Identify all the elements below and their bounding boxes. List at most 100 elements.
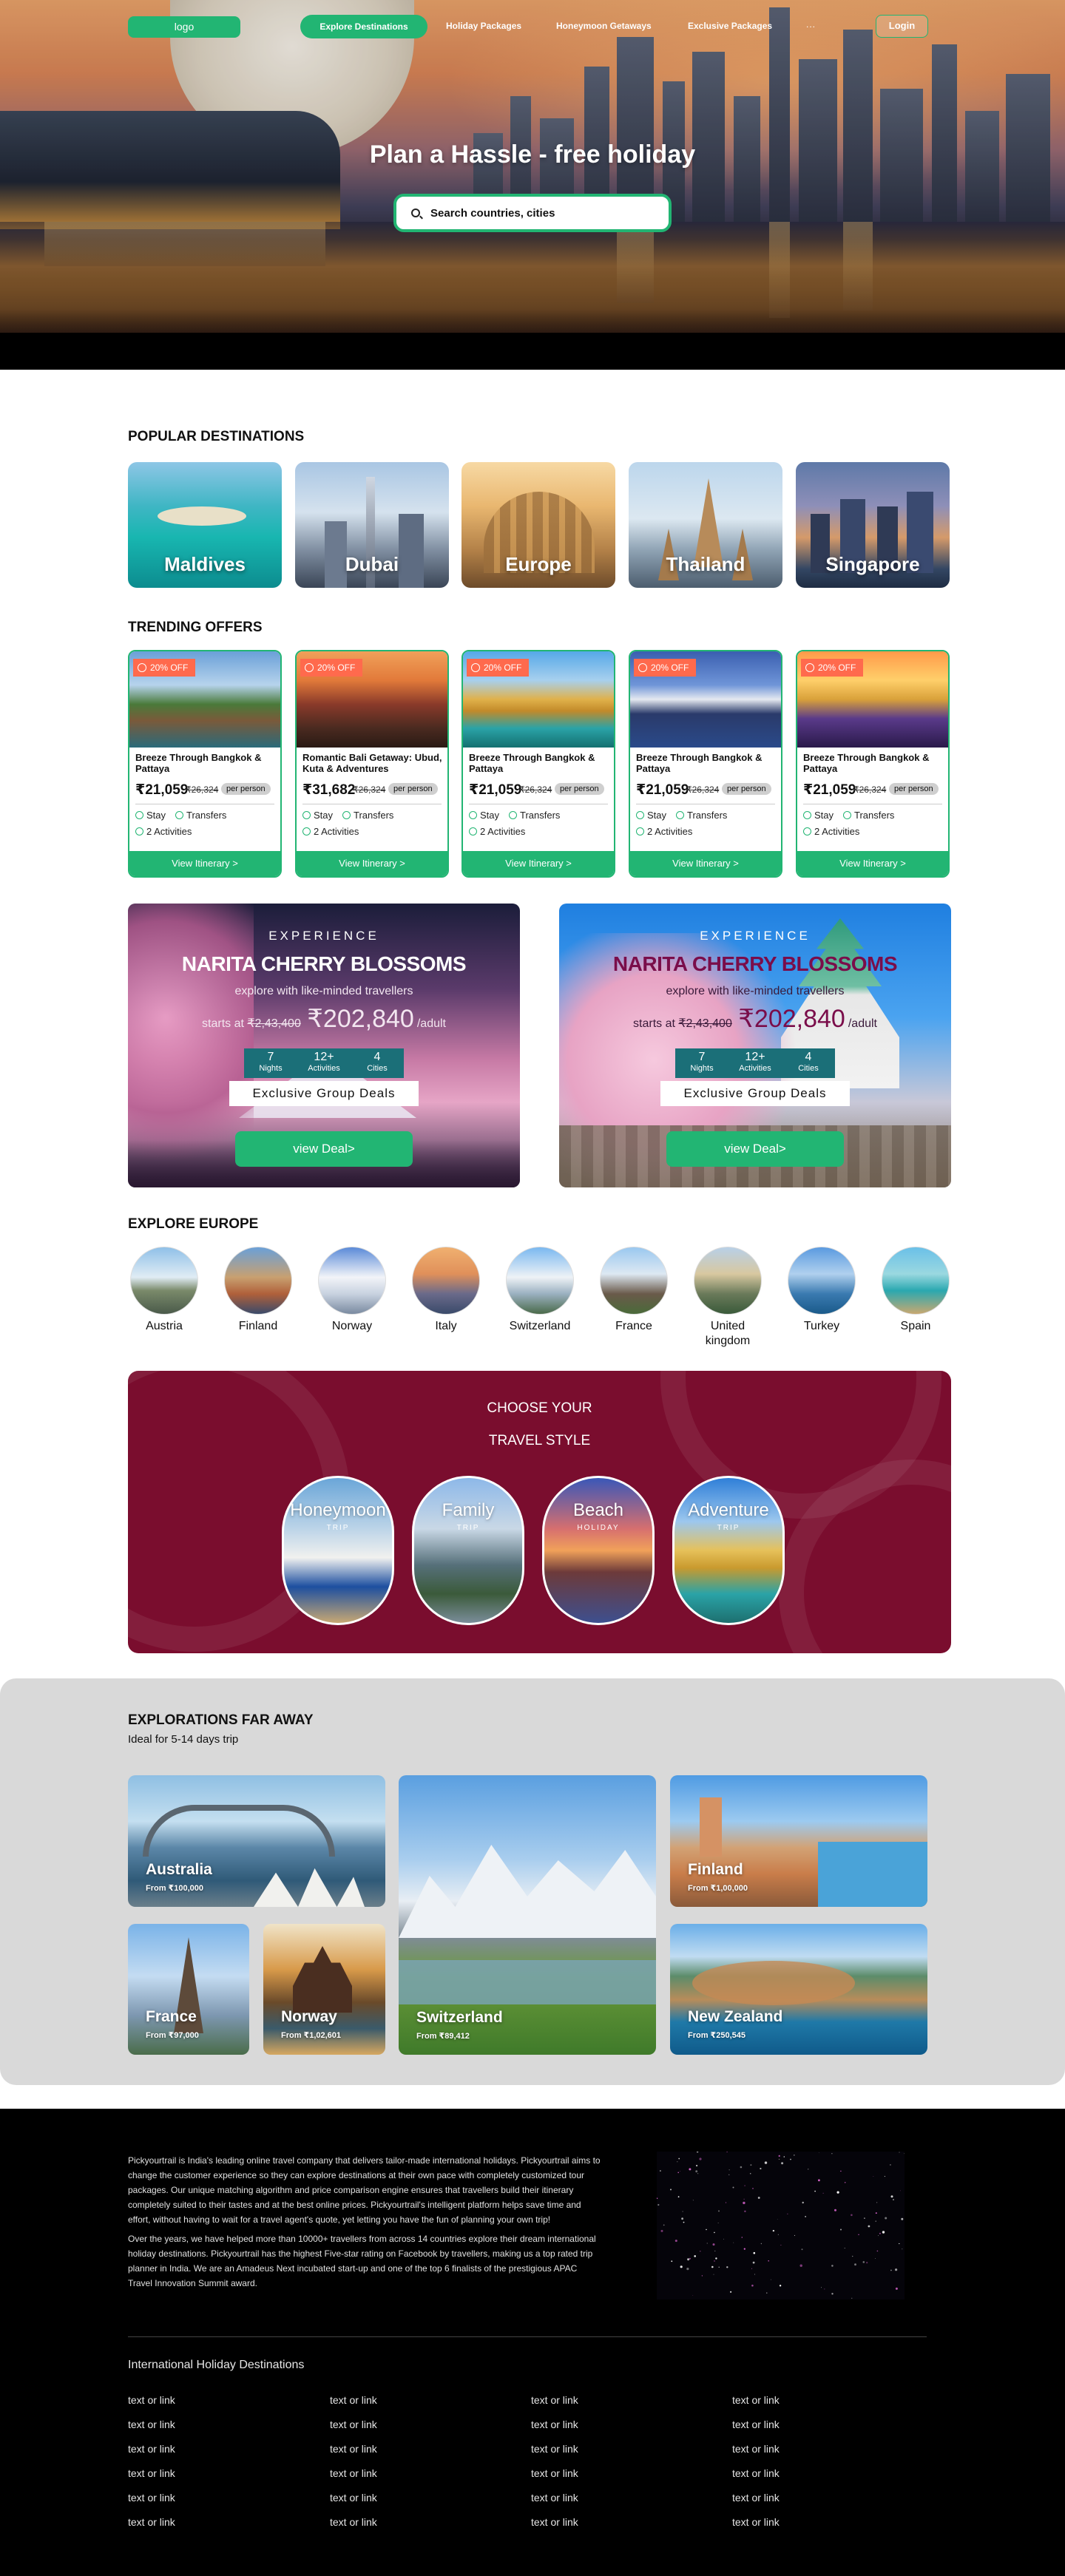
offer-card[interactable]: 20% OFF Breeze Through Bangkok & Pattaya… xyxy=(462,650,615,878)
feature-transfers: Transfers xyxy=(676,810,727,821)
country-name: France xyxy=(615,1320,652,1332)
explore-europe-title: EXPLORE EUROPE xyxy=(128,1216,259,1232)
travel-style-adventure[interactable]: Adventure TRIP xyxy=(672,1476,785,1625)
europe-country[interactable]: Italy xyxy=(405,1247,487,1334)
travel-style-family[interactable]: Family TRIP xyxy=(412,1476,524,1625)
offer-card[interactable]: 20% OFF Breeze Through Bangkok & Pattaya… xyxy=(128,650,282,878)
country-name: Spain xyxy=(900,1320,931,1332)
footer-link[interactable]: text or link xyxy=(128,2467,175,2479)
nav-holiday-packages[interactable]: Holiday Packages xyxy=(446,21,521,31)
nav-exclusive-packages[interactable]: Exclusive Packages xyxy=(688,21,772,31)
offer-card[interactable]: 20% OFF Breeze Through Bangkok & Pattaya… xyxy=(629,650,782,878)
view-itinerary-button[interactable]: View Itinerary > xyxy=(297,851,447,876)
europe-country[interactable]: Norway xyxy=(311,1247,393,1334)
nav-explore-destinations[interactable]: Explore Destinations xyxy=(300,15,427,38)
destination-name: Europe xyxy=(505,553,572,575)
destination-card-thailand[interactable]: Thailand xyxy=(629,462,782,588)
travel-style-beach[interactable]: Beach HOLIDAY xyxy=(542,1476,655,1625)
experience-title: NARITA CHERRY BLOSSOMS xyxy=(612,952,898,975)
discount-icon xyxy=(138,663,146,672)
europe-country[interactable]: France xyxy=(593,1247,674,1334)
exploration-card-switzerland[interactable]: Switzerland From ₹89,412 xyxy=(399,1775,656,2055)
footer-link[interactable]: text or link xyxy=(732,2419,780,2430)
experience-card[interactable]: EXPERIENCE NARITA CHERRY BLOSSOMS explor… xyxy=(559,904,951,1187)
footer-divider xyxy=(128,2336,927,2337)
circle-icon xyxy=(342,811,351,819)
footer-link[interactable]: text or link xyxy=(330,2443,377,2455)
offer-card[interactable]: 20% OFF Breeze Through Bangkok & Pattaya… xyxy=(796,650,950,878)
view-deal-button[interactable]: view Deal> xyxy=(666,1131,844,1167)
footer-link[interactable]: text or link xyxy=(128,2443,175,2455)
europe-country[interactable]: Austria xyxy=(124,1247,205,1334)
discount-icon xyxy=(638,663,647,672)
footer-link[interactable]: text or link xyxy=(330,2492,377,2504)
footer-link[interactable]: text or link xyxy=(732,2467,780,2479)
offer-old-price: ₹26,324 xyxy=(186,784,219,795)
europe-country[interactable]: Spain xyxy=(875,1247,956,1334)
trending-offers-title: TRENDING OFFERS xyxy=(128,620,263,635)
footer-link[interactable]: text or link xyxy=(128,2419,175,2430)
footer-about: Pickyourtrail is India's leading online … xyxy=(128,2153,604,2291)
logo[interactable]: logo xyxy=(128,16,240,38)
footer-link[interactable]: text or link xyxy=(531,2443,578,2455)
exploration-card-finland[interactable]: Finland From ₹1,00,000 xyxy=(670,1775,927,1907)
europe-country[interactable]: United kingdom xyxy=(687,1247,768,1349)
europe-country[interactable]: Finland xyxy=(217,1247,299,1334)
footer-link[interactable]: text or link xyxy=(128,2394,175,2406)
travel-style-honeymoon[interactable]: Honeymoon TRIP xyxy=(282,1476,394,1625)
feature-transfers: Transfers xyxy=(509,810,560,821)
footer-link[interactable]: text or link xyxy=(732,2394,780,2406)
nav-more-menu[interactable]: ... xyxy=(806,19,816,30)
exploration-card-new-zealand[interactable]: New Zealand From ₹250,545 xyxy=(670,1924,927,2055)
footer-link[interactable]: text or link xyxy=(330,2467,377,2479)
hero-search-box[interactable] xyxy=(393,194,672,232)
experience-card[interactable]: EXPERIENCE NARITA CHERRY BLOSSOMS explor… xyxy=(128,904,520,1187)
login-button[interactable]: Login xyxy=(876,15,928,38)
destination-card-maldives[interactable]: Maldives xyxy=(128,462,282,588)
view-itinerary-button[interactable]: View Itinerary > xyxy=(797,851,948,876)
footer-link[interactable]: text or link xyxy=(128,2492,175,2504)
exploration-card-france[interactable]: France From ₹97,000 xyxy=(128,1924,249,2055)
footer-link[interactable]: text or link xyxy=(128,2516,175,2528)
feature-activities: 2 Activities xyxy=(803,826,859,837)
view-itinerary-button[interactable]: View Itinerary > xyxy=(630,851,781,876)
destination-card-europe[interactable]: Europe xyxy=(462,462,615,588)
view-deal-button[interactable]: view Deal> xyxy=(235,1131,413,1167)
discount-icon xyxy=(805,663,814,672)
europe-country[interactable]: Switzerland xyxy=(499,1247,581,1334)
feature-stay: Stay xyxy=(803,810,834,821)
search-input[interactable] xyxy=(430,206,652,220)
footer-link[interactable]: text or link xyxy=(330,2516,377,2528)
view-itinerary-button[interactable]: View Itinerary > xyxy=(463,851,614,876)
footer-link[interactable]: text or link xyxy=(531,2492,578,2504)
circle-icon xyxy=(636,827,644,835)
europe-country[interactable]: Turkey xyxy=(781,1247,862,1334)
offer-card[interactable]: 20% OFF Romantic Bali Getaway: Ubud, Kut… xyxy=(295,650,449,878)
destination-card-dubai[interactable]: Dubai xyxy=(295,462,449,588)
footer-link[interactable]: text or link xyxy=(531,2394,578,2406)
destination-card-singapore[interactable]: Singapore xyxy=(796,462,950,588)
footer-link[interactable]: text or link xyxy=(531,2467,578,2479)
country-image xyxy=(882,1247,950,1315)
footer-link[interactable]: text or link xyxy=(330,2394,377,2406)
travel-style-title: TRAVEL STYLE xyxy=(488,1433,591,1448)
footer-link[interactable]: text or link xyxy=(531,2516,578,2528)
view-itinerary-button[interactable]: View Itinerary > xyxy=(129,851,280,876)
per-person-badge: per person xyxy=(221,783,271,795)
exploration-card-norway[interactable]: Norway From ₹1,02,601 xyxy=(263,1924,385,2055)
per-person-badge: per person xyxy=(889,783,939,795)
circle-icon xyxy=(803,827,811,835)
country-name: Turkey xyxy=(803,1320,840,1332)
discount-icon xyxy=(471,663,480,672)
footer-link[interactable]: text or link xyxy=(732,2492,780,2504)
offer-title: Breeze Through Bangkok & Pattaya xyxy=(803,752,930,774)
feature-stay: Stay xyxy=(135,810,166,821)
nav-honeymoon-getaways[interactable]: Honeymoon Getaways xyxy=(556,21,652,31)
footer-link[interactable]: text or link xyxy=(531,2419,578,2430)
offer-price: ₹21,059 xyxy=(803,782,856,798)
discount-badge: 20% OFF xyxy=(300,659,362,677)
footer-link[interactable]: text or link xyxy=(732,2516,780,2528)
footer-link[interactable]: text or link xyxy=(732,2443,780,2455)
exploration-card-australia[interactable]: Australia From ₹100,000 xyxy=(128,1775,385,1907)
footer-link[interactable]: text or link xyxy=(330,2419,377,2430)
